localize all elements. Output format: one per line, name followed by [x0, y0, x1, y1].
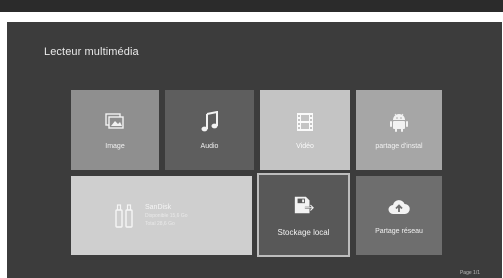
- tile-partage-reseau[interactable]: Partage réseau: [356, 176, 442, 255]
- media-player-screen: Lecteur multimédia Image Audio Vidéo par…: [7, 22, 502, 278]
- film-icon: [294, 111, 316, 133]
- tile-label: Audio: [200, 142, 219, 150]
- tile-stockage-local[interactable]: Stockage local: [257, 173, 350, 257]
- tile-label: partage d'instal: [375, 142, 423, 150]
- tile-usb-sandisk[interactable]: SanDisk Disponible 15,6 Go Total 28,6 Go: [71, 176, 252, 255]
- android-icon: [388, 111, 410, 133]
- tile-label: Stockage local: [277, 227, 330, 237]
- tile-label: Partage réseau: [375, 228, 423, 235]
- image-icon: [104, 111, 126, 133]
- top-bar: [0, 0, 503, 12]
- page-title: Lecteur multimédia: [44, 46, 139, 58]
- tile-video[interactable]: Vidéo: [260, 90, 350, 170]
- tile-image[interactable]: Image: [71, 90, 159, 170]
- usb-drive-icon: [115, 203, 133, 228]
- tile-audio[interactable]: Audio: [165, 90, 254, 170]
- usb-device-available: Disponible 15,6 Go: [145, 213, 188, 219]
- usb-device-total: Total 28,6 Go: [145, 221, 175, 227]
- tile-label: Image: [105, 142, 125, 150]
- usb-device-name: SanDisk: [145, 204, 172, 211]
- cloud-upload-icon: [388, 196, 410, 218]
- tile-partage-instal[interactable]: partage d'instal: [356, 90, 442, 170]
- usb-device-info: SanDisk Disponible 15,6 Go Total 28,6 Go: [145, 204, 188, 227]
- page-indicator: Page 1/1: [459, 270, 480, 276]
- tile-label: Vidéo: [296, 142, 314, 150]
- local-storage-icon: [293, 194, 315, 216]
- music-note-icon: [199, 110, 221, 133]
